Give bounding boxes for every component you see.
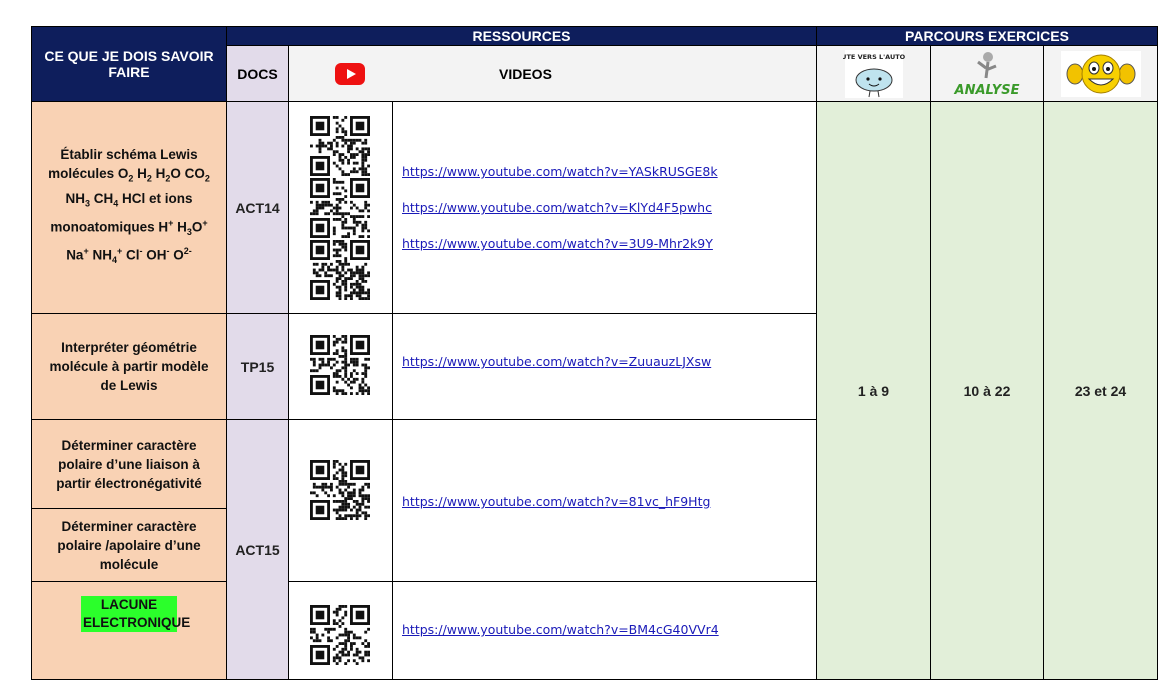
skill-cell-lacune: LACUNE ELECTRONIQUE [31,582,227,680]
parcours-header: PARCOURS EXERCICES [817,26,1158,46]
qr-code-icon[interactable] [310,116,370,176]
exercise-defi-cell: 23 et 24 [1044,102,1158,680]
muscle-smiley-icon [1060,50,1141,97]
video-link[interactable]: https://www.youtube.com/watch?v=YASkRUSG… [402,164,718,179]
video-link[interactable]: https://www.youtube.com/watch?v=BM4cG40V… [402,622,719,637]
badge-analyse-cell: ANALYSE [931,46,1044,102]
parcours-header-label: PARCOURS EXERCICES [905,28,1069,44]
exercise-analyse-cell: 10 à 22 [931,102,1044,680]
badge-analyse-text: ANALYSE [954,83,1020,98]
video-link[interactable]: https://www.youtube.com/watch?v=81vc_hF9… [402,494,710,509]
exercise-autonomie-range: 1 à 9 [857,382,890,399]
docs-header: DOCS [227,46,289,102]
resources-header: RESSOURCES [227,26,817,46]
video-link[interactable]: https://www.youtube.com/watch?v=ZuuauzLJ… [402,354,711,369]
docs-header-label: DOCS [237,65,278,82]
links-cell-2: https://www.youtube.com/watch?v=ZuuauzLJ… [393,314,817,420]
youtube-icon [335,62,365,85]
links-cell-1: https://www.youtube.com/watch?v=YASkRUSG… [393,102,817,314]
resources-header-label: RESSOURCES [472,28,571,44]
col-header-skills: CE QUE JE DOIS SAVOIR FAIRE [31,26,227,102]
video-link[interactable]: https://www.youtube.com/watch?v=KlYd4F5p… [402,200,712,215]
skill-polaire-molecule-text: Déterminer caractère polaire /apolaire d… [57,518,201,572]
links-cell-4: https://www.youtube.com/watch?v=BM4cG40V… [393,582,817,680]
qr-code-icon[interactable] [310,178,370,238]
qr-code-icon[interactable] [310,240,370,300]
badge-defi-cell [1044,46,1158,102]
qr-code-icon[interactable] [310,335,370,395]
qr-code-icon[interactable] [310,460,370,520]
links-cell-3: https://www.youtube.com/watch?v=81vc_hF9… [393,420,817,582]
video-link[interactable]: https://www.youtube.com/watch?v=3U9-Mhr2… [402,236,713,251]
skill-geometrie-text: Interpréter géométrie molécule à partir … [49,340,209,393]
badge-autonomie-text: EN ROUTE VERS L'AUTONOMIE [843,53,905,61]
videos-header: VIDEOS [289,46,817,102]
skill-cell-geometrie: Interpréter géométrie molécule à partir … [31,314,227,420]
exercise-analyse-range: 10 à 22 [963,382,1011,399]
videos-header-label: VIDEOS [499,65,552,82]
skill-cell-polaire-liaison: Déterminer caractère polaire d’une liais… [31,420,227,509]
doc-cell-tp15: TP15 [227,314,289,420]
skills-header-label: CE QUE JE DOIS SAVOIR FAIRE [44,48,214,80]
doc-cell-act14: ACT14 [227,102,289,314]
doc-act15-label: ACT15 [235,541,280,558]
exercise-autonomie-cell: 1 à 9 [817,102,931,680]
skill-cell-lewis: Établir schéma Lewis molécules O2 H2 H2O… [31,102,227,314]
doc-act14-label: ACT14 [235,199,280,216]
skill-lacune-text: LACUNE ELECTRONIQUE [81,596,191,632]
skill-lewis-text: Établir schéma Lewis molécules O2 H2 H2O… [48,147,210,265]
analyse-figure-icon: ANALYSE [954,51,1020,98]
exercise-defi-range: 23 et 24 [1074,382,1127,399]
brain-cloud-icon: EN ROUTE VERS L'AUTONOMIE [843,49,905,98]
doc-tp15-label: TP15 [240,358,275,375]
doc-cell-act15: ACT15 [227,420,289,680]
skill-cell-polaire-molecule: Déterminer caractère polaire /apolaire d… [31,509,227,582]
qr-code-icon[interactable] [310,605,370,665]
badge-autonomie-cell: EN ROUTE VERS L'AUTONOMIE [817,46,931,102]
skill-polaire-liaison-text: Déterminer caractère polaire d’une liais… [56,437,202,491]
